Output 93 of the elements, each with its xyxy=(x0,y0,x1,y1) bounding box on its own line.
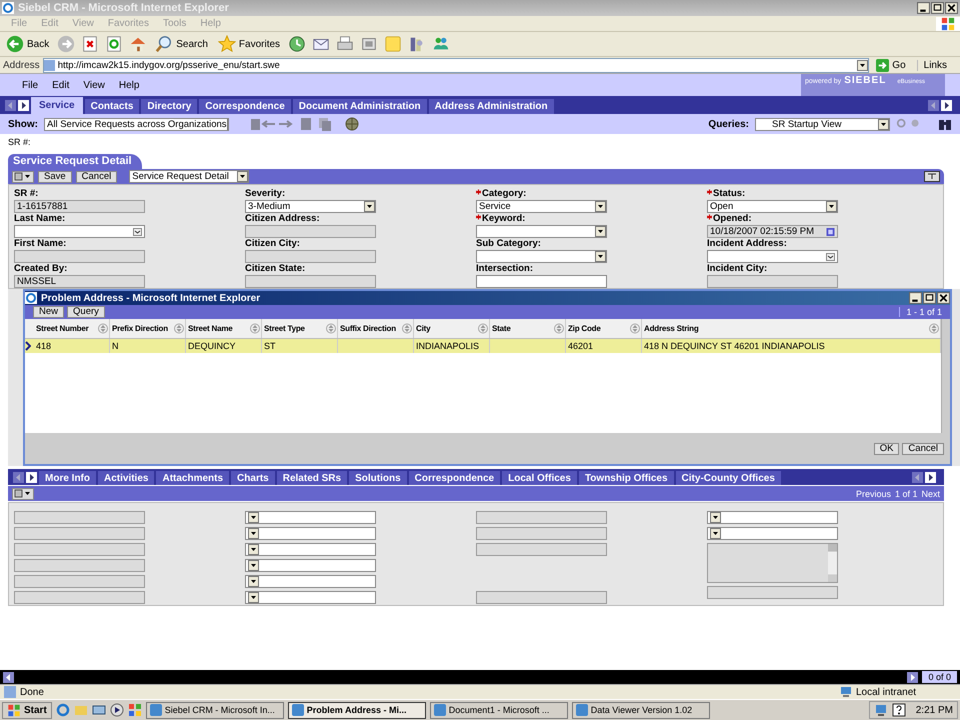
column-header[interactable]: Suffix Direction xyxy=(338,319,414,338)
tab[interactable]: Correspondence xyxy=(408,471,500,485)
column-header[interactable]: Prefix Direction xyxy=(110,319,186,338)
taskbar-button[interactable]: Data Viewer Version 1.02 xyxy=(572,702,710,718)
address-field[interactable]: http://imcaw2k15.indygov.org/psserive_enu/start.swe xyxy=(42,58,870,72)
menu-item[interactable]: Help xyxy=(112,80,146,90)
go-button[interactable]: Go xyxy=(872,58,914,72)
record-count: 1 - 1 of 1 xyxy=(899,307,942,317)
table-cell: DEQUINCY xyxy=(188,341,236,351)
taskbar-button[interactable]: Siebel CRM - Microsoft In... xyxy=(146,702,284,718)
zone-text: Local intranet xyxy=(856,686,918,698)
toolbar-button[interactable]: Search xyxy=(153,35,210,53)
taskbar-button[interactable]: Problem Address - Mi... xyxy=(288,702,426,718)
queries-label: Queries: xyxy=(708,118,749,130)
table-cell: 418 N DEQUINCY ST 46201 INDIANAPOLIS xyxy=(644,341,825,351)
record-position: 1 of 1 xyxy=(894,488,918,498)
field-label: Sub Category: xyxy=(476,238,541,249)
table-cell: 46201 xyxy=(568,341,594,351)
breadcrumb-label: SR #: xyxy=(8,136,31,146)
tab[interactable]: Related SRs xyxy=(276,471,348,485)
tab[interactable]: Attachments xyxy=(156,471,230,485)
field-label: Citizen City: xyxy=(245,238,300,249)
tab[interactable]: Address Administration xyxy=(428,99,554,114)
tab[interactable]: Correspondence xyxy=(199,99,291,114)
field-label: Created By: xyxy=(14,263,68,274)
field-label: Citizen Address: xyxy=(245,213,320,224)
dropdown[interactable]: All Service Requests across Organizations xyxy=(44,118,229,130)
column-header[interactable]: Street Number xyxy=(34,319,110,338)
links-button[interactable]: Links xyxy=(916,60,957,70)
record-count: 0 of 0 xyxy=(922,671,957,683)
status-text: Done xyxy=(20,686,44,698)
column-header[interactable]: Street Type xyxy=(262,319,338,338)
tab[interactable]: Township Offices xyxy=(578,471,674,485)
field-label: Last Name: xyxy=(14,213,66,224)
table-cell: N xyxy=(112,341,118,351)
dropdown[interactable]: 3-Medium xyxy=(245,200,376,213)
field-label: Status: xyxy=(713,188,746,199)
dropdown[interactable]: Service xyxy=(476,200,607,213)
tab[interactable]: Contacts xyxy=(84,99,140,114)
clock: 2:21 PM xyxy=(914,704,953,716)
menu-item[interactable]: File xyxy=(15,80,46,90)
toolbar-button[interactable]: Back xyxy=(4,35,52,53)
taskbar-button[interactable]: Document1 - Microsoft ... xyxy=(430,702,568,718)
field-label: SR #: xyxy=(14,188,38,199)
table-cell: ST xyxy=(264,341,276,351)
column-header[interactable]: Street Name xyxy=(186,319,262,338)
table-cell: 418 xyxy=(36,341,52,351)
previous-link[interactable]: Previous xyxy=(856,488,891,498)
dropdown[interactable]: Service Request Detail xyxy=(129,170,250,183)
table-cell: INDIANAPOLIS xyxy=(416,341,480,351)
menu-item[interactable]: Edit xyxy=(45,80,76,90)
toolbar-button[interactable]: Save xyxy=(38,170,72,182)
start-button[interactable]: Start xyxy=(2,702,52,718)
dialog-button[interactable]: Cancel xyxy=(902,442,944,454)
tab[interactable]: Local Offices xyxy=(502,471,577,485)
column-header[interactable]: State xyxy=(490,319,566,338)
window-title: Siebel CRM - Microsoft Internet Explorer xyxy=(18,2,230,14)
date-field[interactable]: 10/18/2007 02:15:59 PM xyxy=(707,225,838,238)
tab[interactable]: Document Administration xyxy=(292,99,427,114)
dialog-button[interactable]: OK xyxy=(874,442,900,454)
column-header[interactable]: Address String xyxy=(642,319,941,338)
show-label: Show: xyxy=(8,118,38,130)
column-header[interactable]: City xyxy=(414,319,490,338)
input-field[interactable]: 1-16157881 xyxy=(14,200,145,213)
field-label: Intersection: xyxy=(476,263,534,274)
tab[interactable]: Solutions xyxy=(349,471,407,485)
tab[interactable]: Activities xyxy=(98,471,154,485)
tab[interactable]: Directory xyxy=(141,99,198,114)
input-field[interactable]: NMSSEL xyxy=(14,275,145,288)
field-label: Citizen State: xyxy=(245,263,306,274)
toolbar-button[interactable]: Query xyxy=(67,306,105,318)
column-header[interactable]: Zip Code xyxy=(566,319,642,338)
field-label: Opened: xyxy=(713,213,752,224)
toolbar-button[interactable]: Favorites xyxy=(216,35,282,53)
field-label: Keyword: xyxy=(482,213,526,224)
toolbar-button[interactable]: New xyxy=(33,306,64,318)
field-label: Severity: xyxy=(245,188,286,199)
tab[interactable]: More Info xyxy=(39,471,96,485)
next-link[interactable]: Next xyxy=(921,488,940,498)
dropdown[interactable]: SR Startup View xyxy=(755,118,890,130)
tab[interactable]: Service xyxy=(31,97,83,114)
table-row[interactable]: 418 N DEQUINCY ST INDIANAPOLIS 46201 418 N DEQUINCY ST 46201 INDIANAPOLIS xyxy=(25,339,941,353)
tab[interactable]: City-County Offices xyxy=(676,471,781,485)
window-title: Problem Address - Microsoft Internet Explorer xyxy=(41,292,262,304)
field-label: First Name: xyxy=(14,238,66,249)
toolbar-button[interactable]: Cancel xyxy=(76,170,118,182)
address-label: Address xyxy=(3,60,40,70)
tab[interactable]: Charts xyxy=(231,471,275,485)
dropdown[interactable]: Open xyxy=(707,200,838,213)
field-label: Incident Address: xyxy=(707,238,787,249)
field-label: Category: xyxy=(482,188,526,199)
menu-item[interactable]: View xyxy=(76,80,112,90)
field-label: Incident City: xyxy=(707,263,768,274)
